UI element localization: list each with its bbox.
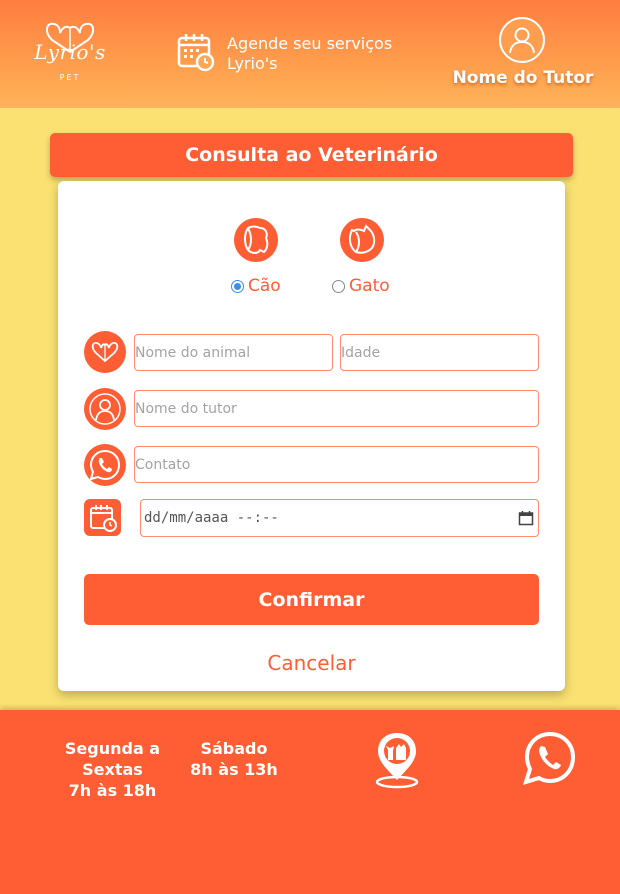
confirm-button[interactable]: Confirmar bbox=[84, 574, 539, 625]
saturday-title: Sábado bbox=[200, 739, 268, 758]
brand-name: Lyrio's bbox=[34, 40, 106, 64]
datetime-placeholder: dd/mm/aaaa --:-- bbox=[144, 510, 279, 526]
booking-line-1: Agende seu serviços bbox=[227, 34, 393, 53]
weekday-time: 7h às 18h bbox=[68, 781, 157, 800]
pet-heart-icon bbox=[84, 331, 126, 373]
user-name[interactable]: Nome do Tutor bbox=[450, 68, 596, 88]
animal-name-input[interactable] bbox=[134, 334, 333, 371]
datetime-input[interactable]: dd/mm/aaaa --:-- bbox=[140, 499, 539, 537]
tutor-name-input[interactable] bbox=[134, 390, 539, 427]
appointment-form: Cão Gato Nome do animal Idade Nome do tu… bbox=[58, 181, 565, 691]
saturday-time: 8h às 13h bbox=[190, 760, 278, 779]
calendar-clock-icon bbox=[84, 499, 121, 536]
cancel-button[interactable]: Cancelar bbox=[58, 651, 565, 675]
user-icon bbox=[509, 27, 535, 54]
saturday-hours: Sábado 8h às 13h bbox=[190, 738, 278, 780]
calendar-clock-icon[interactable] bbox=[176, 32, 216, 72]
map-pin-pets-icon[interactable] bbox=[372, 730, 422, 790]
contact-input[interactable] bbox=[134, 446, 539, 483]
page-title: Consulta ao Veterinário bbox=[50, 133, 573, 177]
weekday-hours: Segunda a Sextas 7h às 18h bbox=[40, 738, 185, 801]
whatsapp-icon bbox=[84, 444, 126, 486]
cat-icon[interactable] bbox=[340, 218, 384, 262]
calendar-picker-icon[interactable] bbox=[518, 510, 534, 526]
species-option-cat[interactable]: Gato bbox=[332, 276, 390, 296]
weekday-title: Segunda a Sextas bbox=[64, 739, 161, 779]
booking-link[interactable]: Agende seu serviços Lyrio's bbox=[227, 34, 392, 74]
whatsapp-icon[interactable] bbox=[523, 731, 577, 785]
app-header: Lyrio's PET Agende seu serviços Lyrio's … bbox=[0, 0, 620, 108]
booking-line-2: Lyrio's bbox=[227, 54, 278, 73]
avatar[interactable] bbox=[499, 17, 545, 63]
age-input[interactable] bbox=[340, 334, 539, 371]
brand-subtitle: PET bbox=[59, 73, 81, 82]
user-icon bbox=[84, 388, 126, 430]
cat-radio[interactable] bbox=[332, 279, 345, 293]
dog-radio[interactable] bbox=[231, 279, 244, 293]
cat-label: Gato bbox=[349, 276, 390, 296]
dog-icon[interactable] bbox=[234, 218, 278, 262]
species-option-dog[interactable]: Cão bbox=[231, 276, 281, 296]
footer: Segunda a Sextas 7h às 18h Sábado 8h às … bbox=[0, 710, 620, 894]
dog-label: Cão bbox=[248, 276, 281, 296]
